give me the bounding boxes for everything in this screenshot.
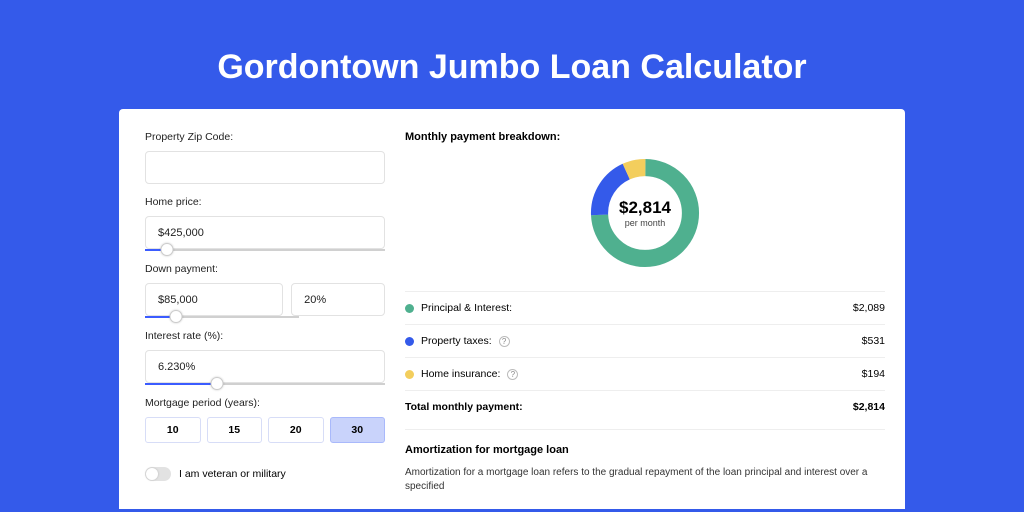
legend-list: Principal & Interest: $2,089 Property taxe… [405, 291, 885, 390]
legend-row: Principal & Interest: $2,089 [405, 291, 885, 324]
legend-label: Home insurance: [421, 368, 500, 380]
form-column: Property Zip Code: Home price: Down paym… [145, 131, 385, 509]
payment-donut-chart: $2,814 per month [585, 153, 705, 273]
interest-rate-label: Interest rate (%): [145, 330, 385, 342]
total-value: $2,814 [853, 401, 885, 413]
home-price-slider[interactable] [145, 249, 385, 251]
slider-thumb-icon[interactable] [211, 377, 224, 390]
period-button-15[interactable]: 15 [207, 417, 263, 443]
interest-rate-slider[interactable] [145, 383, 385, 385]
slider-thumb-icon[interactable] [160, 243, 173, 256]
period-button-30[interactable]: 30 [330, 417, 386, 443]
interest-rate-input[interactable] [145, 350, 385, 383]
info-icon[interactable]: ? [499, 336, 510, 347]
amortization-text: Amortization for a mortgage loan refers … [405, 466, 885, 494]
total-label: Total monthly payment: [405, 401, 523, 413]
donut-center-unit: per month [625, 218, 666, 228]
legend-dot-icon [405, 337, 414, 346]
legend-row: Home insurance:? $194 [405, 357, 885, 390]
period-button-20[interactable]: 20 [268, 417, 324, 443]
down-payment-slider[interactable] [145, 316, 299, 318]
donut-center-amount: $2,814 [619, 198, 671, 218]
legend-label: Property taxes: [421, 335, 492, 347]
calculator-card: Property Zip Code: Home price: Down paym… [119, 109, 905, 509]
legend-value: $2,089 [853, 302, 885, 314]
down-payment-input[interactable] [145, 283, 283, 316]
legend-dot-icon [405, 370, 414, 379]
info-icon[interactable]: ? [507, 369, 518, 380]
legend-label: Principal & Interest: [421, 302, 512, 314]
veteran-toggle[interactable] [145, 467, 171, 481]
breakdown-title: Monthly payment breakdown: [405, 131, 885, 143]
home-price-label: Home price: [145, 196, 385, 208]
down-payment-pct-input[interactable] [291, 283, 385, 316]
zip-label: Property Zip Code: [145, 131, 385, 143]
period-button-10[interactable]: 10 [145, 417, 201, 443]
zip-input[interactable] [145, 151, 385, 184]
breakdown-column: Monthly payment breakdown: $2,814 per mo… [405, 131, 885, 509]
legend-row: Property taxes:? $531 [405, 324, 885, 357]
down-payment-label: Down payment: [145, 263, 385, 275]
mortgage-period-group: 10152030 [145, 417, 385, 443]
home-price-input[interactable] [145, 216, 385, 249]
mortgage-period-label: Mortgage period (years): [145, 397, 385, 409]
page-title: Gordontown Jumbo Loan Calculator [0, 0, 1024, 109]
veteran-toggle-label: I am veteran or military [179, 468, 286, 480]
legend-dot-icon [405, 304, 414, 313]
amortization-title: Amortization for mortgage loan [405, 444, 885, 456]
legend-value: $194 [862, 368, 885, 380]
legend-value: $531 [862, 335, 885, 347]
slider-thumb-icon[interactable] [169, 310, 182, 323]
